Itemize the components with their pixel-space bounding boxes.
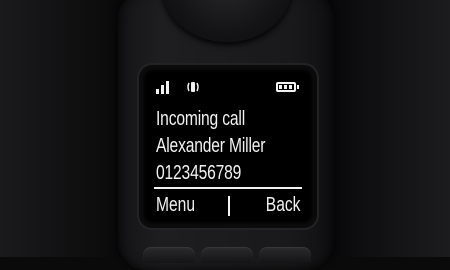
caller-name: Alexander Miller — [156, 135, 266, 157]
phone-display: Incoming call Alexander Miller 012345678… — [142, 68, 314, 225]
status-bar — [142, 68, 314, 98]
vibrate-ringer-icon — [186, 80, 200, 94]
keypad-button-left[interactable] — [143, 247, 195, 263]
menu-softkey[interactable]: Menu — [156, 194, 195, 216]
back-softkey[interactable]: Back — [265, 194, 300, 216]
softkey-separator — [228, 196, 230, 216]
call-status-text: Incoming call — [156, 108, 246, 130]
softkey-divider — [154, 187, 302, 189]
signal-bars-icon — [156, 80, 176, 94]
battery-full-icon — [276, 82, 299, 92]
caller-number: 0123456789 — [156, 162, 242, 184]
keypad-button-right[interactable] — [259, 247, 311, 263]
keypad-button-center[interactable] — [201, 247, 253, 263]
